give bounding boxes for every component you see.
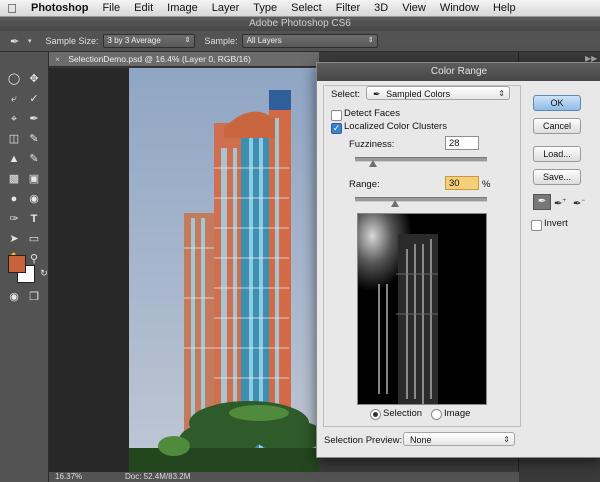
- pen-icon[interactable]: ✑: [6, 212, 22, 226]
- range-unit: %: [482, 179, 491, 190]
- lasso-icon[interactable]: ⤶: [6, 92, 22, 106]
- canvas-image[interactable]: [129, 68, 319, 472]
- dodge-icon[interactable]: ◉: [26, 192, 42, 206]
- localized-color-clusters-label: Localized Color Clusters: [344, 121, 447, 132]
- menu-photoshop[interactable]: Photoshop: [24, 0, 95, 16]
- gradient-icon[interactable]: ▣: [26, 172, 42, 186]
- save-button[interactable]: Save...: [533, 169, 581, 185]
- document-tab-title: SelectionDemo.psd @ 16.4% (Layer 0, RGB/…: [68, 54, 251, 64]
- cancel-button[interactable]: Cancel: [533, 118, 581, 134]
- range-slider-thumb[interactable]: [390, 200, 399, 207]
- fuzziness-slider-thumb[interactable]: [369, 160, 378, 167]
- menu-file[interactable]: File: [95, 0, 127, 16]
- screen-mode-icon[interactable]: ❒: [26, 290, 42, 304]
- eyedropper-icon[interactable]: ✒: [533, 194, 551, 210]
- move-icon[interactable]: ✥: [26, 72, 42, 86]
- menu-window[interactable]: Window: [433, 0, 486, 16]
- eyedropper-minus-icon[interactable]: ✒−: [571, 194, 587, 209]
- chevron-updown-icon: ⇕: [367, 37, 374, 44]
- history-brush-icon[interactable]: ✎: [26, 152, 42, 166]
- chevron-updown-icon: ⇕: [498, 89, 505, 98]
- select-dropdown[interactable]: ✒ Sampled Colors ⇕: [366, 86, 510, 100]
- selection-radio-label: Selection: [383, 408, 423, 419]
- range-field[interactable]: 30: [445, 176, 479, 190]
- fuzziness-field[interactable]: 28: [445, 136, 479, 150]
- image-radio[interactable]: [431, 409, 442, 420]
- sample-size-value: 3 by 3 Average: [107, 36, 161, 45]
- tool-preset-chevron-icon[interactable]: ▾: [28, 37, 32, 45]
- menu-3d[interactable]: 3D: [367, 0, 395, 16]
- invert-label: Invert: [544, 218, 568, 229]
- healing-brush-icon[interactable]: ◫: [6, 132, 22, 146]
- menu-view[interactable]: View: [395, 0, 433, 16]
- menu-layer[interactable]: Layer: [205, 0, 247, 16]
- selection-radio[interactable]: [370, 409, 381, 420]
- range-label: Range:: [349, 179, 380, 190]
- eyedropper-plus-icon[interactable]: ✒+: [552, 194, 568, 209]
- shape-icon[interactable]: ▭: [26, 232, 42, 246]
- path-select-icon[interactable]: ➤: [6, 232, 22, 246]
- quick-select-icon[interactable]: ✓: [26, 92, 42, 106]
- sample-size-select[interactable]: 3 by 3 Average ⇕: [102, 34, 195, 48]
- status-bar: 16.37% Doc: 52.4M/83.2M: [49, 472, 519, 482]
- menu-type[interactable]: Type: [246, 0, 284, 16]
- select-value: Sampled Colors: [386, 89, 451, 99]
- mac-menu-bar:  Photoshop File Edit Image Layer Type S…: [0, 0, 600, 17]
- ok-button[interactable]: OK: [533, 95, 581, 111]
- dialog-title: Color Range: [317, 63, 600, 81]
- crop-icon[interactable]: ⌖: [6, 112, 22, 126]
- sample-size-label: Sample Size:: [45, 36, 99, 46]
- chevron-updown-icon: ⇕: [503, 435, 510, 444]
- load-button[interactable]: Load...: [533, 146, 581, 162]
- selection-preview-label: Selection Preview:: [324, 435, 403, 446]
- type-icon[interactable]: T: [26, 212, 42, 226]
- eyedropper-icon[interactable]: ✒: [10, 35, 28, 48]
- zoom-level[interactable]: 16.37%: [55, 472, 82, 482]
- sample-select[interactable]: All Layers ⇕: [241, 34, 378, 48]
- invert-checkbox[interactable]: [531, 220, 542, 231]
- chevron-updown-icon: ⇕: [184, 37, 191, 44]
- brush-icon[interactable]: ✎: [26, 132, 42, 146]
- sample-value: All Layers: [246, 36, 282, 45]
- sample-label: Sample:: [204, 36, 238, 46]
- fuzziness-label: Fuzziness:: [349, 139, 395, 150]
- apple-icon[interactable]: : [0, 1, 24, 16]
- blur-icon[interactable]: ●: [6, 192, 22, 206]
- close-icon[interactable]: ×: [55, 54, 60, 64]
- marquee-icon[interactable]: ◯: [6, 72, 22, 86]
- selection-mask-preview: [358, 214, 486, 404]
- localized-color-clusters-checkbox[interactable]: ✓: [331, 123, 342, 134]
- clone-stamp-icon[interactable]: ▲: [6, 152, 22, 166]
- menu-edit[interactable]: Edit: [127, 0, 160, 16]
- selection-preview-dropdown[interactable]: None ⇕: [403, 432, 515, 446]
- app-title: Adobe Photoshop CS6: [0, 17, 600, 31]
- menu-select[interactable]: Select: [284, 0, 329, 16]
- range-slider-track[interactable]: [355, 197, 487, 202]
- tools-panel: ◯ ✥ ⤶ ✓ ⌖ ✒ ◫ ✎ ▲ ✎ ▩ ▣ ● ◉ ✑ T ➤ ▭ ✋ ⚲ …: [0, 52, 49, 482]
- document-info[interactable]: Doc: 52.4M/83.2M: [125, 472, 190, 482]
- quick-mask-icon[interactable]: ◉: [6, 290, 22, 304]
- document-tab[interactable]: × SelectionDemo.psd @ 16.4% (Layer 0, RG…: [49, 52, 319, 67]
- eraser-icon[interactable]: ▩: [6, 172, 22, 186]
- options-bar: ✒ ▾ Sample Size: 3 by 3 Average ⇕ Sample…: [0, 31, 600, 52]
- detect-faces-label: Detect Faces: [344, 108, 400, 119]
- color-range-dialog: Color Range Select: ✒ Sampled Colors ⇕ D…: [316, 62, 600, 458]
- zoom-icon[interactable]: ⚲: [26, 252, 42, 266]
- menu-filter[interactable]: Filter: [329, 0, 367, 16]
- selection-preview[interactable]: [357, 213, 487, 405]
- eyedropper-icon[interactable]: ✒: [26, 112, 42, 126]
- selection-preview-value: None: [410, 435, 432, 445]
- menu-image[interactable]: Image: [160, 0, 205, 16]
- select-label: Select:: [331, 89, 361, 100]
- detect-faces-checkbox[interactable]: [331, 110, 342, 121]
- eyedropper-icon: ✒: [373, 89, 381, 99]
- building-photo: [129, 68, 319, 472]
- image-radio-label: Image: [444, 408, 471, 419]
- foreground-color-swatch[interactable]: [8, 255, 26, 273]
- menu-help[interactable]: Help: [486, 0, 523, 16]
